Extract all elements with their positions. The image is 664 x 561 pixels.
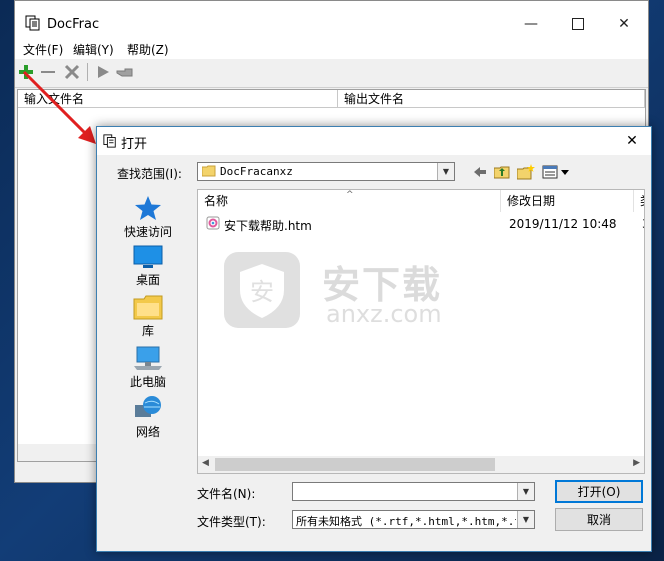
- filetype-value: 所有未知格式 (*.rtf,*.html,*.htm,*.txt): [296, 515, 516, 528]
- watermark-text-en: anxz.com: [326, 300, 442, 328]
- scroll-right-icon[interactable]: ▶: [633, 458, 640, 468]
- place-label: 快速访问: [123, 225, 172, 239]
- view-output-button[interactable]: [115, 61, 135, 83]
- library-icon: [133, 295, 163, 320]
- chevron-down-icon[interactable]: ▼: [437, 163, 454, 180]
- minimize-icon: —: [524, 16, 538, 32]
- column-header-type[interactable]: 类: [634, 190, 644, 212]
- folder-icon: [201, 165, 216, 177]
- back-button[interactable]: [471, 163, 489, 181]
- back-arrow-icon: [474, 167, 486, 177]
- window-title: DocFrac: [47, 17, 100, 32]
- svg-text:安: 安: [250, 278, 274, 306]
- maximize-button[interactable]: [555, 11, 601, 37]
- dialog-close-button[interactable]: ✕: [617, 129, 647, 153]
- close-icon: ✕: [618, 16, 630, 32]
- network-icon: [135, 396, 161, 417]
- place-desktop[interactable]: 桌面: [109, 245, 187, 288]
- scroll-left-icon[interactable]: ◀: [202, 458, 209, 468]
- minimize-button[interactable]: —: [508, 11, 554, 37]
- dialog-document-icon: [103, 134, 117, 148]
- annotation-arrow-icon: [22, 70, 96, 144]
- menu-edit[interactable]: 编辑(Y): [73, 41, 114, 58]
- chevron-down-icon[interactable]: ▼: [517, 511, 534, 528]
- filetype-label: 文件类型(T):: [197, 515, 266, 529]
- sort-ascending-icon: ^: [346, 190, 354, 200]
- menu-help[interactable]: 帮助(Z): [127, 41, 169, 58]
- computer-icon: [134, 346, 162, 370]
- filename-history-dropdown[interactable]: ▼: [517, 483, 534, 500]
- file-date: 2019/11/12 10:48: [509, 217, 617, 231]
- open-button[interactable]: 打开(O): [555, 480, 643, 503]
- up-folder-button[interactable]: [493, 163, 511, 181]
- column-header-output[interactable]: 输出文件名: [338, 90, 645, 108]
- new-folder-icon: [517, 164, 535, 180]
- filetype-dropdown[interactable]: 所有未知格式 (*.rtf,*.html,*.htm,*.txt) ▼: [292, 510, 535, 529]
- new-folder-button[interactable]: [517, 163, 535, 181]
- menu-file[interactable]: 文件(F): [23, 41, 63, 58]
- column-header-name[interactable]: 名称 ^: [198, 190, 501, 212]
- cancel-button[interactable]: 取消: [555, 508, 643, 531]
- dialog-title: 打开: [121, 137, 148, 152]
- look-in-value: DocFracanxz: [220, 165, 293, 178]
- file-name: 安下载帮助.htm: [224, 219, 312, 233]
- place-network[interactable]: 网络: [109, 395, 187, 440]
- filename-label: 文件名(N):: [197, 487, 256, 501]
- place-label: 网络: [135, 425, 160, 439]
- hand-pointer-icon: [116, 68, 133, 77]
- horizontal-scrollbar[interactable]: ◀ ▶: [198, 456, 644, 473]
- shield-logo-icon: 安: [224, 252, 300, 328]
- up-folder-icon: [494, 166, 510, 179]
- place-quick-access[interactable]: 快速访问: [109, 195, 187, 240]
- place-label: 库: [141, 324, 154, 338]
- dialog-titlebar: 打开 ✕: [97, 127, 651, 155]
- place-label: 此电脑: [129, 375, 166, 389]
- column-header-date[interactable]: 修改日期: [501, 190, 634, 212]
- file-list-view[interactable]: 名称 ^ 修改日期 类 安下载帮助.htm 2019/11/12 10:48 3…: [197, 189, 645, 474]
- desktop-icon: [133, 245, 163, 268]
- scrollbar-thumb[interactable]: [215, 458, 495, 471]
- open-file-dialog: 打开 ✕ 查找范围(I): DocFracanxz ▼ 快速访问 桌面 库 此电…: [96, 126, 652, 552]
- app-document-icon: [25, 15, 41, 31]
- look-in-dropdown[interactable]: DocFracanxz ▼: [197, 162, 455, 181]
- htm-file-icon: [206, 216, 220, 233]
- place-this-pc[interactable]: 此电脑: [109, 345, 187, 390]
- close-icon: ✕: [626, 133, 638, 149]
- place-library[interactable]: 库: [109, 294, 187, 339]
- view-list-icon: [542, 165, 569, 179]
- place-label: 桌面: [135, 273, 160, 287]
- file-row[interactable]: 安下载帮助.htm 2019/11/12 10:48 3: [198, 214, 644, 234]
- close-button[interactable]: ✕: [601, 11, 647, 37]
- file-type: 3: [642, 217, 644, 231]
- star-icon: [135, 196, 161, 220]
- look-in-label: 查找范围(I):: [117, 167, 182, 181]
- watermark: 安 安下载 anxz.com: [222, 250, 442, 330]
- filename-input[interactable]: [292, 482, 535, 501]
- maximize-icon: [572, 18, 584, 30]
- view-menu-button[interactable]: [541, 163, 571, 181]
